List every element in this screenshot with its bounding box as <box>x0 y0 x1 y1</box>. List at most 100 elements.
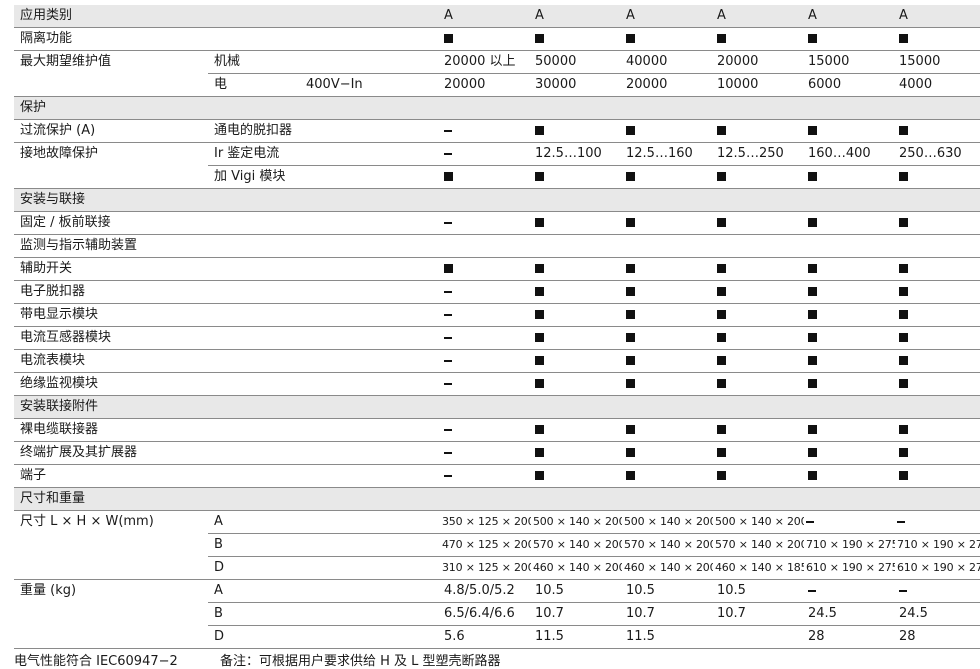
row-condition <box>306 372 440 396</box>
value-cell: 460 × 140 × 200 <box>622 556 713 580</box>
value-cell <box>713 441 804 465</box>
value-cell <box>440 487 531 511</box>
table-row: 电子脱扣器 <box>14 280 980 304</box>
dash-icon <box>444 451 452 454</box>
row-sub-label <box>208 257 306 281</box>
row-label: 终端扩展及其扩展器 <box>14 441 208 465</box>
row-label: 过流保护 (A) <box>14 119 208 143</box>
row-label: 裸电缆联接器 <box>14 418 208 442</box>
value-cell: 610 × 190 × 275 <box>804 556 895 580</box>
row-label: 保护 <box>14 96 208 120</box>
filled-square-icon <box>535 379 544 388</box>
value-cell <box>622 165 713 189</box>
value-cell <box>531 464 622 488</box>
row-condition <box>306 349 440 373</box>
row-label: 重量 (kg) <box>20 583 77 599</box>
row-sub-label: B <box>208 533 306 557</box>
value-cell <box>531 326 622 350</box>
value-cell <box>804 395 895 419</box>
dash-icon <box>444 129 452 132</box>
value-cell <box>895 487 980 511</box>
row-label: 电流表模块 <box>14 349 208 373</box>
value-cell <box>895 418 980 442</box>
dash-icon <box>444 359 452 362</box>
value-cell <box>622 464 713 488</box>
value-cell: 570 × 140 × 200 <box>531 533 622 557</box>
value-cell <box>531 349 622 373</box>
filled-square-icon <box>626 218 635 227</box>
filled-square-icon <box>717 448 726 457</box>
dash-icon <box>444 152 452 155</box>
value-cell <box>713 326 804 350</box>
filled-square-icon <box>535 333 544 342</box>
filled-square-icon <box>808 287 817 296</box>
row-condition <box>306 418 440 442</box>
value-cell: A <box>713 5 804 28</box>
value-cell <box>895 395 980 419</box>
value-cell <box>713 165 804 189</box>
value-cell <box>804 96 895 120</box>
filled-square-icon <box>535 310 544 319</box>
filled-square-icon <box>899 471 908 480</box>
row-sub-label <box>208 280 306 304</box>
value-cell <box>804 579 895 603</box>
value-cell <box>895 441 980 465</box>
row-label: 尺寸 L × H × W(mm) <box>20 514 154 530</box>
row-sub-label <box>208 211 306 235</box>
filled-square-icon <box>899 172 908 181</box>
dash-icon <box>444 474 452 477</box>
filled-square-icon <box>626 425 635 434</box>
value-cell: 20000 <box>713 50 804 74</box>
row-label: 电子脱扣器 <box>14 280 208 304</box>
value-cell <box>895 303 980 327</box>
value-cell: 570 × 140 × 200 <box>622 533 713 557</box>
value-cell <box>531 188 622 212</box>
filled-square-icon <box>717 126 726 135</box>
value-cell: 50000 <box>531 50 622 74</box>
table-row: B 470 × 125 × 200 570 × 140 × 200 570 × 140… <box>14 533 980 557</box>
table-row: 终端扩展及其扩展器 <box>14 441 980 465</box>
value-cell <box>531 119 622 143</box>
row-condition <box>306 533 440 557</box>
dash-icon <box>806 521 814 523</box>
value-cell: 28 <box>895 625 980 649</box>
value-cell <box>713 372 804 396</box>
dash-icon <box>444 382 452 385</box>
filled-square-icon <box>899 333 908 342</box>
value-cell: 160…400 <box>804 142 895 166</box>
filled-square-icon <box>717 379 726 388</box>
filled-square-icon <box>626 172 635 181</box>
filled-square-icon <box>808 379 817 388</box>
value-cell <box>804 510 895 534</box>
row-condition <box>306 280 440 304</box>
table-row: 电流表模块 <box>14 349 980 373</box>
value-cell <box>531 165 622 189</box>
filled-square-icon <box>535 34 544 43</box>
filled-square-icon <box>717 218 726 227</box>
row-sub-label: A <box>208 579 306 603</box>
value-cell <box>531 441 622 465</box>
filled-square-icon <box>535 425 544 434</box>
value-cell <box>440 188 531 212</box>
filled-square-icon <box>808 333 817 342</box>
value-cell: 460 × 140 × 200 <box>531 556 622 580</box>
row-condition <box>306 165 440 189</box>
table-row: 裸电缆联接器 <box>14 418 980 442</box>
table-row: 电 400V−In 20000 30000 20000 10000 6000 4000 <box>14 73 980 97</box>
filled-square-icon <box>717 425 726 434</box>
value-cell <box>895 326 980 350</box>
row-sub-label <box>208 464 306 488</box>
table-row: 加 Vigi 模块 <box>14 165 980 189</box>
filled-square-icon <box>808 356 817 365</box>
filled-square-icon <box>808 264 817 273</box>
dash-icon <box>444 313 452 316</box>
filled-square-icon <box>899 264 908 273</box>
row-sub-label <box>208 372 306 396</box>
filled-square-icon <box>899 448 908 457</box>
row-sub-label <box>208 303 306 327</box>
filled-square-icon <box>717 333 726 342</box>
table-row: 电流互感器模块 <box>14 326 980 350</box>
value-cell: 20000 以上 <box>440 50 531 74</box>
row-sub-label: 通电的脱扣器 <box>208 119 306 143</box>
row-condition <box>306 326 440 350</box>
